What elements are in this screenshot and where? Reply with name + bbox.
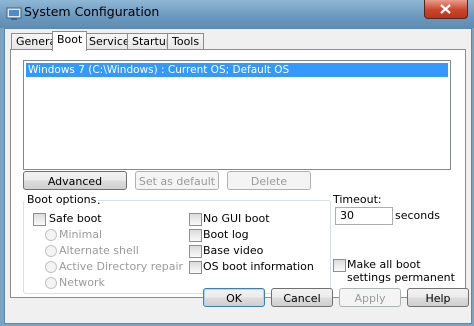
title-bar: System Configuration [0, 0, 474, 28]
base-video-checkbox[interactable] [189, 245, 202, 258]
minimal-label: Minimal [59, 228, 103, 241]
timeout-label: Timeout: [333, 193, 382, 206]
advanced-options-button[interactable]: Advanced options... [23, 171, 127, 207]
alternate-shell-radio[interactable] [45, 245, 57, 257]
system-configuration-icon [6, 7, 22, 20]
boot-tab-panel: Windows 7 (C:\Windows) : Current OS; Def… [10, 49, 466, 298]
close-icon [440, 4, 451, 14]
boot-log-checkbox[interactable] [189, 229, 202, 242]
alternate-shell-label: Alternate shell [59, 244, 139, 257]
close-button[interactable] [424, 0, 468, 19]
cancel-button[interactable]: Cancel [271, 288, 333, 307]
os-boot-information-label: OS boot information [203, 260, 314, 273]
active-directory-repair-radio[interactable] [45, 261, 57, 273]
timeout-input[interactable]: 30 [335, 207, 393, 225]
os-list[interactable]: Windows 7 (C:\Windows) : Current OS; Def… [23, 60, 451, 170]
boot-options-label: Boot options [25, 193, 99, 206]
delete-button[interactable]: Delete [227, 171, 311, 190]
tab-boot[interactable]: Boot [52, 31, 88, 51]
os-boot-information-checkbox[interactable] [189, 261, 202, 274]
help-button[interactable]: Help [407, 288, 469, 307]
no-gui-boot-label: No GUI boot [203, 212, 270, 225]
base-video-label: Base video [203, 244, 264, 257]
window-title: System Configuration [24, 4, 160, 19]
no-gui-boot-checkbox[interactable] [189, 213, 202, 226]
ok-button[interactable]: OK [203, 288, 265, 307]
set-as-default-button[interactable]: Set as default [135, 171, 219, 190]
apply-button[interactable]: Apply [339, 288, 401, 307]
safe-boot-checkbox[interactable] [33, 213, 46, 226]
active-directory-repair-label: Active Directory repair [59, 260, 184, 273]
os-list-item[interactable]: Windows 7 (C:\Windows) : Current OS; Def… [26, 63, 448, 77]
minimal-radio[interactable] [45, 229, 57, 241]
safe-boot-label: Safe boot [49, 212, 102, 225]
network-radio[interactable] [45, 277, 57, 289]
make-permanent-label: Make all boot settings permanent [347, 258, 455, 284]
make-permanent-checkbox[interactable] [333, 259, 346, 272]
dialog: General Boot Services Startup Tools Wind… [4, 28, 472, 324]
network-label: Network [59, 276, 105, 289]
boot-log-label: Boot log [203, 228, 249, 241]
timeout-unit-label: seconds [395, 209, 440, 222]
tab-tools[interactable]: Tools [167, 33, 205, 50]
